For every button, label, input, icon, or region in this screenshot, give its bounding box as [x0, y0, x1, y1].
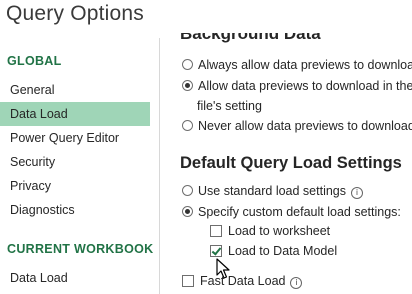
nav-item-privacy[interactable]: Privacy [0, 174, 150, 198]
radio-button[interactable] [182, 185, 193, 196]
checkbox-load-to-data-model[interactable]: Load to Data Model [210, 244, 337, 258]
radio-standard-load[interactable]: Use standard load settings i [182, 184, 364, 199]
checkbox-fast-data-load[interactable]: Fast Data Load i [182, 274, 303, 289]
checkbox-load-to-worksheet[interactable]: Load to worksheet [210, 224, 330, 238]
radio-button-selected[interactable] [182, 80, 193, 91]
background-data-heading: Background Data [180, 24, 321, 43]
checkbox-checked[interactable] [210, 245, 222, 257]
radio-allow-per-file-continued: file's setting [197, 99, 262, 113]
checkbox[interactable] [182, 275, 194, 287]
info-icon[interactable]: i [290, 277, 303, 289]
window-title: Query Options [6, 2, 144, 25]
mouse-cursor-icon [216, 258, 230, 279]
checkbox[interactable] [210, 225, 222, 237]
radio-button[interactable] [182, 59, 193, 70]
radio-button[interactable] [182, 120, 193, 131]
global-heading: GLOBAL [7, 54, 62, 68]
radio-button-selected[interactable] [182, 206, 193, 217]
radio-always-allow[interactable]: Always allow data previews to download [182, 58, 412, 72]
nav-item-security[interactable]: Security [0, 150, 150, 174]
nav-item-data-load[interactable]: Data Load [0, 102, 150, 126]
default-load-settings-heading: Default Query Load Settings [180, 154, 402, 172]
info-icon[interactable]: i [351, 187, 364, 199]
nav-item-diagnostics[interactable]: Diagnostics [0, 198, 150, 222]
radio-never-allow[interactable]: Never allow data previews to download i [182, 119, 412, 133]
nav-item-power-query-editor[interactable]: Power Query Editor [0, 126, 150, 150]
nav-item-general[interactable]: General [0, 78, 150, 102]
radio-allow-per-file[interactable]: Allow data previews to download in the b [182, 79, 412, 93]
options-panel: Background Data Always allow data previe… [180, 0, 412, 294]
sidebar-divider [159, 38, 160, 294]
current-workbook-heading: CURRENT WORKBOOK [7, 242, 154, 256]
nav-item-workbook-data-load[interactable]: Data Load [0, 266, 150, 290]
radio-custom-load[interactable]: Specify custom default load settings: [182, 205, 401, 219]
